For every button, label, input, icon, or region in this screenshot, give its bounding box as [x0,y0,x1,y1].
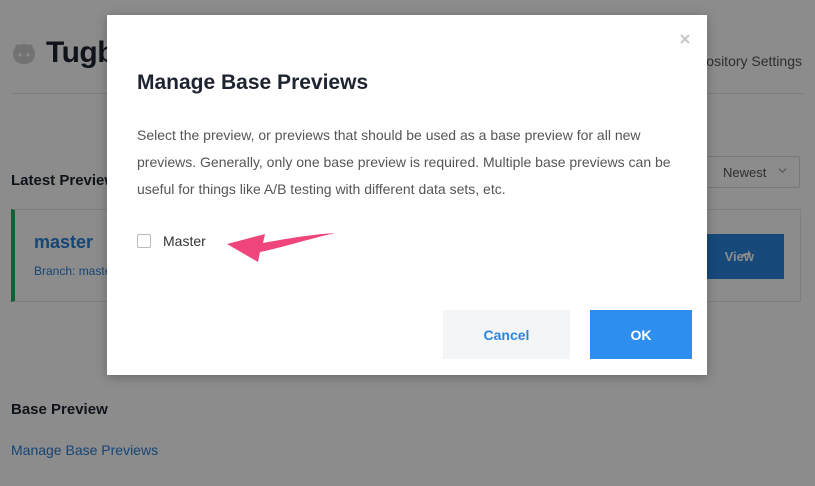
ok-button[interactable]: OK [590,310,692,359]
dialog-description: Select the preview, or previews that sho… [137,127,671,197]
master-option-label: Master [163,233,206,249]
cancel-button[interactable]: Cancel [443,310,570,359]
master-checkbox[interactable] [137,234,151,248]
base-preview-option-master[interactable]: Master [137,233,206,249]
dialog-title: Manage Base Previews [137,71,369,94]
manage-base-previews-dialog: Manage Base Previews Select the preview,… [107,15,707,375]
annotation-arrow-icon [227,233,335,262]
close-icon[interactable] [679,33,691,45]
